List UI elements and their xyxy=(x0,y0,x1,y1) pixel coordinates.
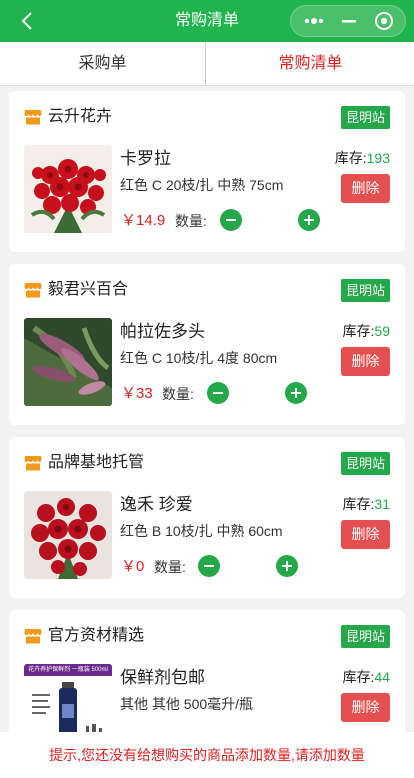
plus-icon xyxy=(282,561,292,571)
price-value: 0 xyxy=(136,558,145,575)
shop-name: 品牌基地托管 xyxy=(48,454,145,471)
minimize-icon[interactable] xyxy=(334,6,364,36)
product-spec: 红色 C 20枝/扎 中熟 75cm xyxy=(120,177,284,193)
plus-icon xyxy=(291,388,301,398)
increase-quantity-button[interactable] xyxy=(285,382,307,404)
product-card: 云升花卉 昆明站 卡罗拉 红色 C 20枝/扎 中熟 75cm 库存:193 删… xyxy=(9,91,405,252)
product-spec: 红色 C 10枝/扎 4度 80cm xyxy=(120,350,278,366)
product-name: 逸禾 珍爱 xyxy=(120,495,193,514)
stock-info: 库存:31 xyxy=(343,493,390,515)
shop-name: 云升花卉 xyxy=(48,108,113,125)
plus-icon xyxy=(304,215,314,225)
quantity-label: 数量: xyxy=(175,213,207,229)
stock-info: 库存:193 xyxy=(335,147,390,169)
minus-icon xyxy=(213,392,223,394)
shop-icon xyxy=(24,110,42,125)
stock-label: 库存: xyxy=(342,496,375,512)
increase-quantity-button[interactable] xyxy=(276,555,298,577)
product-spec: 红色 B 10枝/扎 中熟 60cm xyxy=(120,523,283,539)
product-spec: 其他 其他 500毫升/瓶 xyxy=(120,696,254,712)
navigation-bar: 常购清单 xyxy=(0,0,414,42)
delete-button[interactable]: 删除 xyxy=(341,520,390,549)
product-image[interactable] xyxy=(24,145,112,233)
currency-symbol: ￥ xyxy=(121,212,137,229)
station-badge: 昆明站 xyxy=(340,279,390,302)
price: ￥33 xyxy=(121,384,153,404)
stock-info: 库存:44 xyxy=(343,666,390,688)
shop-icon xyxy=(24,283,42,298)
delete-button[interactable]: 删除 xyxy=(341,693,390,722)
currency-symbol: ￥ xyxy=(121,385,137,402)
price: ￥14.9 xyxy=(121,211,165,231)
shop-icon xyxy=(24,456,42,471)
price-value: 14.9 xyxy=(136,212,166,229)
station-badge: 昆明站 xyxy=(340,452,390,475)
stock-label: 库存: xyxy=(342,669,375,685)
product-card: 品牌基地托管 昆明站 逸禾 珍爱 红色 B 10枝/扎 中熟 60cm 库存:3… xyxy=(9,437,405,598)
minus-icon xyxy=(204,565,214,567)
stock-label: 库存: xyxy=(342,323,375,339)
decrease-quantity-button[interactable] xyxy=(198,555,220,577)
station-badge: 昆明站 xyxy=(340,106,390,129)
product-image[interactable] xyxy=(24,491,112,579)
decrease-quantity-button[interactable] xyxy=(220,209,242,231)
delete-button[interactable]: 删除 xyxy=(341,174,390,203)
delete-button[interactable]: 删除 xyxy=(341,347,390,376)
price-value: 33 xyxy=(136,385,153,402)
product-image[interactable] xyxy=(24,318,112,406)
stock-value: 31 xyxy=(374,496,390,512)
product-card: 毅君兴百合 昆明站 帕拉佐多头 红色 C 10枝/扎 4度 80cm 库存:59… xyxy=(9,264,405,425)
product-list: 云升花卉 昆明站 卡罗拉 红色 C 20枝/扎 中熟 75cm 库存:193 删… xyxy=(0,86,414,778)
quantity-label: 数量: xyxy=(154,559,186,575)
tab-purchase-order[interactable]: 采购单 xyxy=(0,42,206,86)
stock-value: 59 xyxy=(374,323,390,339)
tab-frequent-list[interactable]: 常购清单 xyxy=(207,42,414,86)
stock-value: 44 xyxy=(374,669,390,685)
shop-name: 毅君兴百合 xyxy=(48,281,129,298)
stock-value: 193 xyxy=(366,150,390,166)
stock-label: 库存: xyxy=(334,150,367,166)
minus-icon xyxy=(226,219,236,221)
currency-symbol: ￥ xyxy=(121,558,137,575)
product-name: 帕拉佐多头 xyxy=(120,322,205,341)
shop-icon xyxy=(24,629,42,644)
mini-program-capsule xyxy=(290,5,406,37)
close-circle-icon[interactable] xyxy=(369,6,399,36)
stock-info: 库存:59 xyxy=(343,320,390,342)
product-name: 卡罗拉 xyxy=(120,149,171,168)
decrease-quantity-button[interactable] xyxy=(207,382,229,404)
station-badge: 昆明站 xyxy=(340,625,390,648)
tab-bar: 采购单 常购清单 xyxy=(0,42,414,86)
shop-name: 官方资材精选 xyxy=(48,627,145,644)
product-name: 保鲜剂包邮 xyxy=(120,668,205,687)
increase-quantity-button[interactable] xyxy=(298,209,320,231)
more-dots-icon[interactable] xyxy=(299,6,329,36)
quantity-tip-bar: 提示,您还没有给想购买的商品添加数量,请添加数量 xyxy=(0,732,414,778)
price: ￥0 xyxy=(121,557,144,577)
quantity-label: 数量: xyxy=(162,386,194,402)
